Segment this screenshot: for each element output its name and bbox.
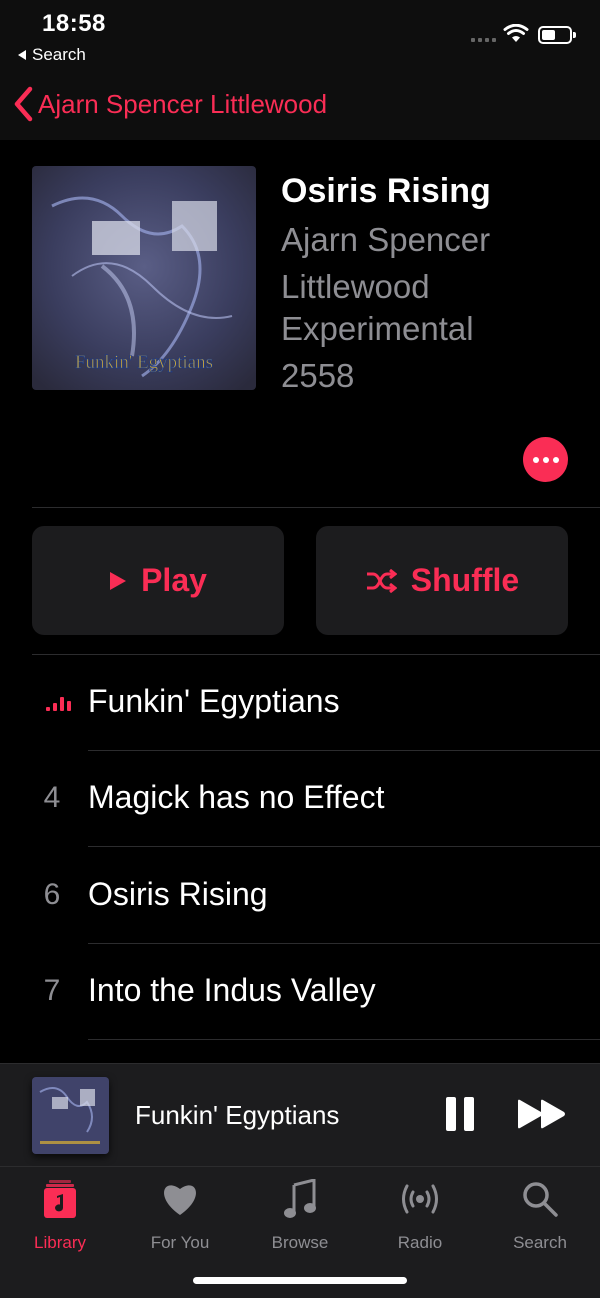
track-row[interactable]: 4 Magick has no Effect bbox=[0, 751, 600, 847]
music-note-icon bbox=[284, 1179, 316, 1218]
track-number: 7 bbox=[43, 974, 61, 1007]
track-title: Funkin' Egyptians bbox=[88, 683, 340, 719]
shuffle-icon bbox=[366, 568, 397, 593]
track-row[interactable]: Funkin' Egyptians bbox=[0, 655, 600, 751]
track-number: 4 bbox=[43, 781, 61, 814]
tab-label: Search bbox=[513, 1233, 567, 1252]
tab-library[interactable]: Library bbox=[0, 1177, 120, 1267]
wifi-icon bbox=[503, 24, 529, 42]
album-artwork[interactable]: Funkin' Egyptians bbox=[32, 166, 256, 390]
radio-icon bbox=[402, 1184, 438, 1214]
tab-search[interactable]: Search bbox=[480, 1177, 600, 1267]
mini-player-title: Funkin' Egyptians bbox=[135, 1100, 340, 1130]
back-triangle-icon bbox=[18, 50, 26, 60]
track-row[interactable]: 6 Osiris Rising bbox=[0, 848, 600, 944]
battery-icon bbox=[538, 26, 576, 44]
artwork-text: Funkin' Egyptians bbox=[75, 352, 213, 373]
tab-label: Radio bbox=[397, 1233, 443, 1252]
back-to-app-link[interactable]: Search bbox=[18, 45, 86, 65]
tab-label: Browse bbox=[271, 1233, 329, 1252]
shuffle-label: Shuffle bbox=[410, 562, 520, 598]
pause-icon[interactable] bbox=[446, 1097, 476, 1133]
track-row[interactable]: 7 Into the Indus Valley bbox=[0, 944, 600, 1040]
nav-back-button[interactable]: Ajarn Spencer Littlewood bbox=[12, 86, 327, 122]
play-label: Play bbox=[141, 562, 207, 598]
divider bbox=[32, 507, 600, 508]
track-title: Into the Indus Valley bbox=[88, 972, 376, 1008]
library-icon bbox=[44, 1180, 76, 1218]
track-title: Magick has no Effect bbox=[88, 779, 385, 815]
mini-player[interactable]: Funkin' Egyptians bbox=[0, 1063, 600, 1166]
top-bar: 18:58 Search Ajarn Spencer Littlewood bbox=[0, 0, 600, 140]
play-icon bbox=[110, 571, 127, 590]
play-button[interactable]: Play bbox=[32, 526, 284, 635]
album-year: 2558 bbox=[281, 357, 355, 394]
cellular-signal-icon bbox=[471, 38, 496, 42]
tab-for-you[interactable]: For You bbox=[120, 1177, 240, 1267]
status-time: 18:58 bbox=[42, 10, 106, 37]
tab-label: Library bbox=[34, 1233, 86, 1252]
nav-back-label: Ajarn Spencer Littlewood bbox=[38, 88, 328, 119]
fast-forward-icon[interactable] bbox=[516, 1098, 568, 1130]
more-options-button[interactable] bbox=[523, 437, 568, 482]
tab-radio[interactable]: Radio bbox=[360, 1177, 480, 1267]
album-title: Osiris Rising bbox=[281, 172, 491, 210]
track-title: Osiris Rising bbox=[88, 876, 268, 912]
mini-player-artwork bbox=[32, 1077, 109, 1154]
search-icon bbox=[523, 1182, 558, 1217]
ellipsis-icon bbox=[532, 456, 539, 463]
album-artist[interactable]: Ajarn Spencer Littlewood bbox=[281, 216, 571, 310]
album-genre: Experimental bbox=[281, 310, 474, 347]
back-app-label: Search bbox=[32, 45, 86, 64]
tab-browse[interactable]: Browse bbox=[240, 1177, 360, 1267]
track-number: 6 bbox=[43, 878, 61, 911]
home-indicator[interactable] bbox=[193, 1277, 407, 1284]
shuffle-button[interactable]: Shuffle bbox=[316, 526, 568, 635]
album-screen: 18:58 Search Ajarn Spencer Littlewood Fu… bbox=[0, 0, 600, 1298]
chevron-left-icon bbox=[14, 86, 33, 122]
now-playing-icon bbox=[46, 697, 71, 711]
tab-label: For You bbox=[150, 1233, 210, 1252]
heart-icon bbox=[164, 1185, 196, 1215]
